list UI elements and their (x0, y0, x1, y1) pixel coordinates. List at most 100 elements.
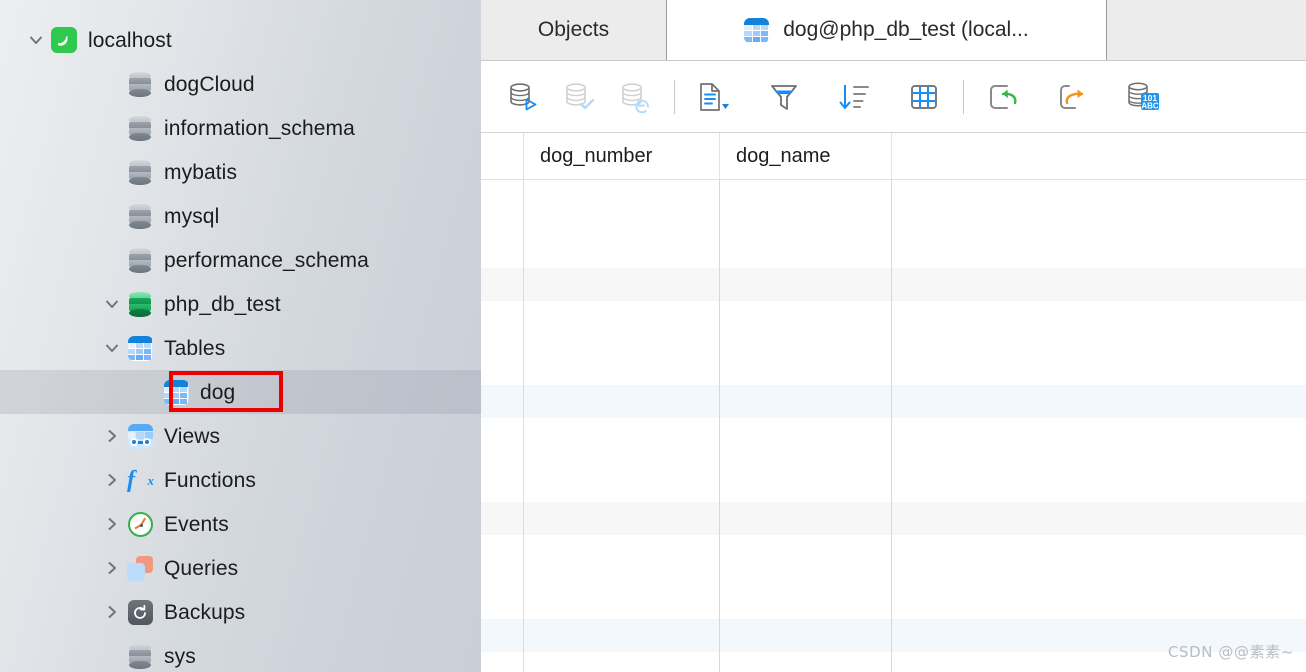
tree-item-events[interactable]: Events (0, 502, 481, 546)
tree-item-label: Events (164, 512, 229, 536)
grid-band (481, 502, 1306, 535)
database-icon (127, 71, 153, 97)
chevron-down-icon[interactable] (21, 32, 51, 48)
object-tree-sidebar: localhost dogCloud information_schemamybat… (0, 0, 481, 672)
app-window: localhost dogCloud information_schemamybat… (0, 0, 1306, 672)
export-wizard-button[interactable] (1045, 71, 1101, 123)
tree-item-dogcloud[interactable]: dogCloud (0, 62, 481, 106)
tree-item-backups[interactable]: Backups (0, 590, 481, 634)
chevron-right-icon[interactable] (97, 560, 127, 576)
tree-item-label: mysql (164, 204, 220, 228)
grid-column-divider (891, 180, 892, 672)
chevron-right-icon[interactable] (97, 428, 127, 444)
tree-item-functions[interactable]: f x Functions (0, 458, 481, 502)
tree-item-label: Queries (164, 556, 239, 580)
chevron-down-icon[interactable] (97, 296, 127, 312)
tab-objects[interactable]: Objects (481, 0, 667, 60)
grid-view-button[interactable] (896, 71, 952, 123)
commit-button[interactable] (551, 71, 607, 123)
import-arrow-icon (990, 84, 1017, 109)
table-icon (163, 379, 189, 405)
tables-icon (127, 335, 153, 361)
data-toolbar: 101 ABC (481, 61, 1306, 133)
svg-text:ABC: ABC (1141, 101, 1159, 110)
tree-item-localhost[interactable]: localhost (0, 18, 481, 62)
tree-item-label: sys (164, 644, 196, 668)
form-view-button[interactable] (686, 71, 742, 123)
chevron-right-icon[interactable] (97, 516, 127, 532)
tab-dog-table-label: dog@php_db_test (local... (783, 18, 1029, 41)
tab-objects-label: Objects (537, 18, 610, 41)
tree-item-label: localhost (88, 28, 172, 52)
tree-item-php-db-test[interactable]: php_db_test (0, 282, 481, 326)
tree-item-tables[interactable]: Tables (0, 326, 481, 370)
column-header-dog-number[interactable]: dog_number (524, 133, 720, 179)
toolbar-separator-2 (963, 79, 964, 114)
tree-item-label: Tables (164, 336, 226, 360)
backups-icon (127, 599, 153, 625)
sort-descending-icon (839, 84, 869, 109)
database-icon (127, 247, 153, 273)
tab-bar: Objects dog@php_db_test (local... (481, 0, 1306, 61)
database-icon (127, 159, 153, 185)
tree-item-queries[interactable]: Queries (0, 546, 481, 590)
toolbar-separator-1 (674, 79, 675, 114)
csdn-watermark: CSDN @@素素~ (1167, 643, 1294, 661)
data-charset-button[interactable]: 101 ABC (1115, 71, 1171, 123)
begin-transaction-button[interactable] (495, 71, 551, 123)
navigation-tree: localhost dogCloud information_schemamybat… (0, 0, 481, 672)
mysql-dolphin-icon (51, 27, 77, 53)
events-clock-icon (127, 511, 153, 537)
tree-item-label: performance_schema (164, 248, 369, 272)
database-101abc-icon: 101 ABC (1128, 82, 1159, 110)
database-play-icon (510, 82, 537, 110)
chevron-right-icon[interactable] (97, 604, 127, 620)
chevron-right-icon[interactable] (97, 472, 127, 488)
tree-item-label: mybatis (164, 160, 238, 184)
functions-fx-icon: fx (127, 467, 154, 493)
tree-item-label: Functions (164, 468, 256, 492)
main-panel: Objects dog@php_db_test (local... 101 AB… (481, 0, 1306, 672)
column-header-dog-name[interactable]: dog_name (720, 133, 892, 179)
export-arrow-icon (1060, 84, 1084, 109)
chevron-down-icon[interactable] (97, 340, 127, 356)
column-header-filler (892, 133, 1306, 179)
tree-item-sys[interactable]: sys (0, 634, 481, 672)
grid-column-divider (719, 180, 720, 672)
table-icon (744, 17, 770, 43)
tab-dog-table[interactable]: dog@php_db_test (local... (667, 0, 1107, 60)
database-undo-icon (622, 82, 649, 113)
database-icon (127, 643, 153, 669)
tree-item-label: Views (164, 424, 221, 448)
filter-button[interactable] (756, 71, 812, 123)
tree-item-label: dogCloud (164, 72, 255, 96)
tree-item-mybatis[interactable]: mybatis (0, 150, 481, 194)
tree-item-mysql[interactable]: mysql (0, 194, 481, 238)
grid-table-icon (911, 84, 937, 109)
database-check-icon (566, 82, 595, 109)
tab-bar-filler (1107, 0, 1306, 60)
queries-icon (127, 555, 153, 581)
tree-item-label: dog (200, 380, 236, 404)
grid-column-divider (523, 180, 524, 672)
sort-button[interactable] (826, 71, 882, 123)
tree-item-dog[interactable]: dog (0, 370, 481, 414)
data-grid[interactable]: dog_number dog_name (481, 133, 1306, 672)
views-icon (127, 423, 153, 449)
mysql-dolphin-icon (51, 27, 77, 53)
import-wizard-button[interactable] (975, 71, 1031, 123)
database-icon (127, 203, 153, 229)
database-open-icon (127, 291, 153, 317)
tree-item-information-schema[interactable]: information_schema (0, 106, 481, 150)
tree-item-performance-schema[interactable]: performance_schema (0, 238, 481, 282)
grid-band (481, 385, 1306, 418)
tree-item-label: information_schema (164, 116, 355, 140)
data-grid-header: dog_number dog_name (481, 133, 1306, 180)
tree-item-views[interactable]: Views (0, 414, 481, 458)
tree-item-label: php_db_test (164, 292, 281, 316)
database-icon (127, 115, 153, 141)
tree-item-label: Backups (164, 600, 246, 624)
row-number-header-cell (481, 133, 524, 179)
rollback-button[interactable] (607, 71, 663, 123)
data-grid-body[interactable] (481, 180, 1306, 672)
